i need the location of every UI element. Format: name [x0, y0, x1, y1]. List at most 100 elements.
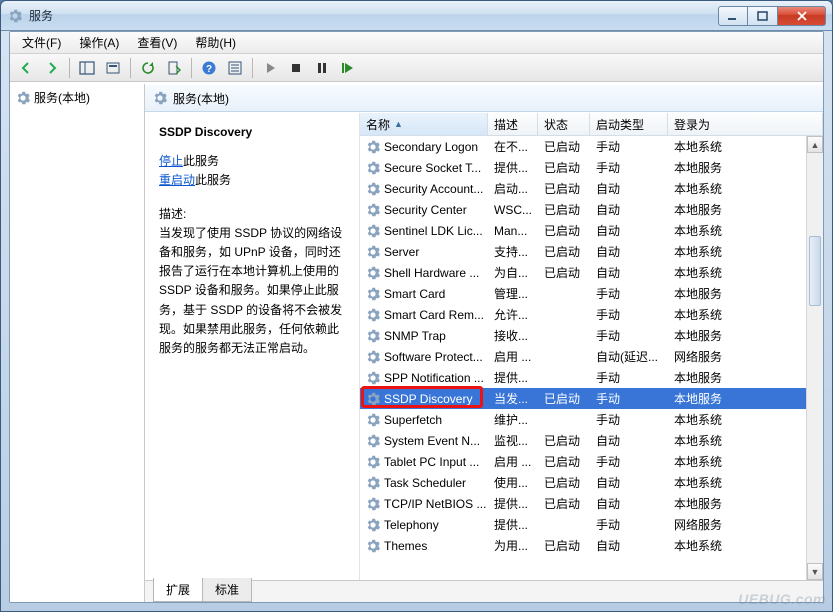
- service-name: System Event N...: [384, 434, 480, 448]
- service-startup: 手动: [590, 369, 668, 386]
- gear-icon: [366, 224, 380, 238]
- service-desc: WSC...: [488, 203, 538, 217]
- service-row[interactable]: Software Protect...启用 ...自动(延迟...网络服务: [360, 346, 806, 367]
- service-row[interactable]: Shell Hardware ...为自...已启动自动本地系统: [360, 262, 806, 283]
- service-logon: 本地系统: [668, 432, 746, 449]
- service-name: Secure Socket T...: [384, 161, 481, 175]
- service-desc: 维护...: [488, 411, 538, 428]
- export-icon: [166, 60, 182, 76]
- service-row[interactable]: Security Account...启动...已启动自动本地系统: [360, 178, 806, 199]
- stop-button[interactable]: [284, 57, 308, 79]
- service-row[interactable]: SSDP Discovery当发...已启动手动本地服务: [360, 388, 806, 409]
- service-name: Secondary Logon: [384, 140, 478, 154]
- service-desc: 接收...: [488, 327, 538, 344]
- minimize-button[interactable]: [718, 6, 748, 26]
- play-button[interactable]: [258, 57, 282, 79]
- menu-2[interactable]: 查看(V): [129, 32, 185, 53]
- close-button[interactable]: [778, 6, 826, 26]
- column-header-4[interactable]: 登录为: [668, 113, 823, 135]
- service-row[interactable]: Sentinel LDK Lic...Man...已启动自动本地系统: [360, 220, 806, 241]
- panes-button[interactable]: [75, 57, 99, 79]
- detail-desc-label: 描述:: [159, 205, 349, 224]
- service-row[interactable]: Superfetch维护...手动本地系统: [360, 409, 806, 430]
- service-row[interactable]: SNMP Trap接收...手动本地服务: [360, 325, 806, 346]
- service-row[interactable]: TCP/IP NetBIOS ...提供...已启动自动本地服务: [360, 493, 806, 514]
- forward-icon: [44, 60, 60, 76]
- menu-3[interactable]: 帮助(H): [187, 32, 244, 53]
- gear-icon: [366, 371, 380, 385]
- toolbar-separator: [130, 58, 131, 78]
- back-button[interactable]: [14, 57, 38, 79]
- service-row[interactable]: Tablet PC Input ...启用 ...已启动手动本地系统: [360, 451, 806, 472]
- service-row[interactable]: Server支持...已启动自动本地系统: [360, 241, 806, 262]
- service-name: Themes: [384, 539, 427, 553]
- service-row[interactable]: System Event N...监视...已启动自动本地系统: [360, 430, 806, 451]
- detail-desc-text: 当发现了使用 SSDP 协议的网络设备和服务，如 UPnP 设备，同时还报告了运…: [159, 224, 349, 358]
- gear-icon: [366, 413, 380, 427]
- tab-扩展[interactable]: 扩展: [153, 578, 203, 602]
- show-hide-button[interactable]: [101, 57, 125, 79]
- toolbar: ?: [10, 54, 823, 82]
- refresh-icon: [140, 60, 156, 76]
- service-row[interactable]: Task Scheduler使用...已启动自动本地系统: [360, 472, 806, 493]
- service-row[interactable]: SPP Notification ...提供...手动本地服务: [360, 367, 806, 388]
- column-header-3[interactable]: 启动类型: [590, 113, 668, 135]
- service-name: TCP/IP NetBIOS ...: [384, 497, 486, 511]
- titlebar[interactable]: 服务: [1, 1, 832, 31]
- column-header-0[interactable]: 名称▲: [360, 113, 488, 135]
- toolbar-separator: [69, 58, 70, 78]
- service-desc: 监视...: [488, 432, 538, 449]
- service-row[interactable]: Smart Card Rem...允许...手动本地系统: [360, 304, 806, 325]
- toolbar-separator: [252, 58, 253, 78]
- service-status: 已启动: [538, 264, 590, 281]
- service-desc: Man...: [488, 224, 538, 238]
- service-row[interactable]: Themes为用...已启动自动本地系统: [360, 535, 806, 556]
- restart-button[interactable]: [336, 57, 360, 79]
- service-logon: 网络服务: [668, 516, 746, 533]
- menu-1[interactable]: 操作(A): [71, 32, 127, 53]
- pause-button[interactable]: [310, 57, 334, 79]
- service-row[interactable]: Secondary Logon在不...已启动手动本地系统: [360, 136, 806, 157]
- maximize-button[interactable]: [748, 6, 778, 26]
- list-body[interactable]: Secondary Logon在不...已启动手动本地系统Secure Sock…: [360, 136, 806, 580]
- gear-icon: [366, 497, 380, 511]
- service-startup: 手动: [590, 306, 668, 323]
- service-desc: 支持...: [488, 243, 538, 260]
- service-name: Smart Card: [384, 287, 445, 301]
- scroll-up-button[interactable]: ▲: [807, 136, 823, 153]
- service-logon: 本地系统: [668, 453, 746, 470]
- service-status: 已启动: [538, 159, 590, 176]
- props-icon: [227, 60, 243, 76]
- help-button[interactable]: ?: [197, 57, 221, 79]
- scroll-down-button[interactable]: ▼: [807, 563, 823, 580]
- service-status: 已启动: [538, 432, 590, 449]
- restart-link[interactable]: 重启动: [159, 173, 195, 187]
- column-header-2[interactable]: 状态: [538, 113, 590, 135]
- tree-root-services[interactable]: 服务(本地): [12, 86, 142, 109]
- gear-icon: [366, 329, 380, 343]
- gear-icon: [366, 203, 380, 217]
- gear-icon: [366, 434, 380, 448]
- gear-icon: [366, 308, 380, 322]
- refresh-button[interactable]: [136, 57, 160, 79]
- service-row[interactable]: Secure Socket T...提供...已启动手动本地服务: [360, 157, 806, 178]
- column-header-1[interactable]: 描述: [488, 113, 538, 135]
- gear-icon: [366, 161, 380, 175]
- tab-标准[interactable]: 标准: [202, 578, 252, 602]
- service-name: Software Protect...: [384, 350, 483, 364]
- service-row[interactable]: Smart Card管理...手动本地服务: [360, 283, 806, 304]
- scroll-thumb[interactable]: [809, 236, 821, 306]
- stop-link[interactable]: 停止: [159, 154, 183, 168]
- service-startup: 自动: [590, 243, 668, 260]
- gear-icon: [366, 518, 380, 532]
- service-row[interactable]: Telephony提供...手动网络服务: [360, 514, 806, 535]
- tree-root-label: 服务(本地): [34, 89, 90, 106]
- menu-0[interactable]: 文件(F): [14, 32, 69, 53]
- props-button[interactable]: [223, 57, 247, 79]
- vertical-scrollbar[interactable]: ▲ ▼: [806, 136, 823, 580]
- service-logon: 本地系统: [668, 474, 746, 491]
- export-button[interactable]: [162, 57, 186, 79]
- forward-button[interactable]: [40, 57, 64, 79]
- detail-stop-line: 停止此服务: [159, 152, 349, 171]
- service-row[interactable]: Security CenterWSC...已启动自动本地服务: [360, 199, 806, 220]
